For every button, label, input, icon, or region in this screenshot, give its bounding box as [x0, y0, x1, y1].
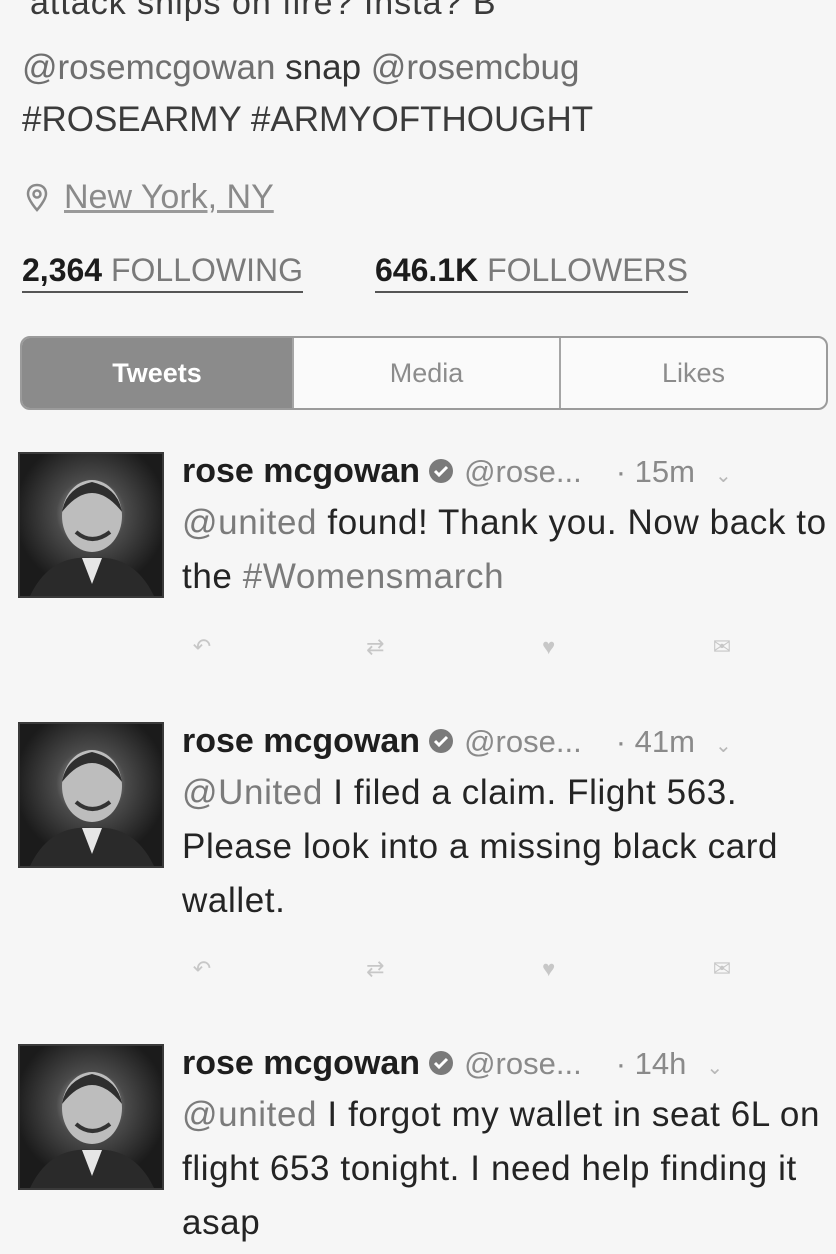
- avatar-photo: [30, 1072, 154, 1188]
- profile-bio: @rosemcgowan snap @rosemcbug #ROSEARMY #…: [22, 42, 593, 146]
- bio-hashtag[interactable]: #ARMYOFTHOUGHT: [251, 100, 593, 139]
- tweet-actions: ↶ ⇄ ♥ ✉: [182, 632, 742, 662]
- tweet-author-handle[interactable]: @rose...: [464, 1046, 582, 1082]
- envelope-icon[interactable]: ✉: [702, 954, 742, 984]
- tweet-timestamp[interactable]: · 41m: [616, 724, 695, 760]
- heart-icon[interactable]: ♥: [529, 632, 569, 662]
- tweet-body: rose mcgowan @rose... · 41m ⌄ @United I …: [182, 722, 833, 928]
- tweet-body: rose mcgowan @rose... · 14h ⌄ @united I …: [182, 1044, 833, 1250]
- chevron-down-icon[interactable]: ⌄: [715, 733, 732, 758]
- reply-icon[interactable]: ↶: [182, 954, 222, 984]
- location-link[interactable]: New York, NY: [64, 178, 274, 217]
- tweet-author-name[interactable]: rose mcgowan: [182, 452, 420, 491]
- bio-mention[interactable]: @rosemcgowan: [22, 48, 275, 87]
- heart-icon[interactable]: ♥: [529, 954, 569, 984]
- verified-badge-icon: [429, 1051, 454, 1075]
- tweet-hashtag[interactable]: #Womensmarch: [243, 557, 504, 596]
- verified-badge-icon: [429, 729, 454, 753]
- avatar-photo: [30, 750, 154, 866]
- tab-likes[interactable]: Likes: [559, 338, 826, 408]
- avatar-photo: [30, 480, 154, 596]
- followers-count: 646.1K: [374, 252, 479, 288]
- tweet-text: @united I forgot my wallet in seat 6L on…: [182, 1088, 833, 1250]
- tweet-mention[interactable]: @United: [182, 773, 323, 812]
- profile-tabs: Tweets Media Likes: [20, 336, 828, 410]
- bio-text: snap: [285, 48, 362, 87]
- tweet-author-name[interactable]: rose mcgowan: [182, 1044, 420, 1083]
- tweet-item[interactable]: rose mcgowan @rose... · 41m ⌄ @United I …: [18, 722, 833, 1012]
- tweet-body: rose mcgowan @rose... · 15m ⌄ @united fo…: [182, 452, 833, 604]
- bio-mention[interactable]: @rosemcbug: [371, 48, 580, 87]
- tweet-text: @united found! Thank you. Now back to th…: [182, 496, 833, 604]
- tweet-header: rose mcgowan @rose... · 41m ⌄: [182, 722, 833, 762]
- avatar[interactable]: [18, 722, 164, 868]
- bio-hashtag[interactable]: #ROSEARMY: [22, 100, 241, 139]
- tab-media[interactable]: Media: [292, 338, 559, 408]
- following-label: FOLLOWING: [110, 252, 303, 288]
- verified-badge-icon: [429, 459, 454, 483]
- tweet-author-handle[interactable]: @rose...: [464, 454, 582, 490]
- tweet-header: rose mcgowan @rose... · 14h ⌄: [182, 1044, 833, 1084]
- envelope-icon[interactable]: ✉: [702, 632, 742, 662]
- retweet-icon[interactable]: ⇄: [355, 632, 395, 662]
- tweet-author-handle[interactable]: @rose...: [464, 724, 582, 760]
- retweet-icon[interactable]: ⇄: [355, 954, 395, 984]
- tweet-timestamp[interactable]: · 15m: [616, 454, 695, 490]
- tweet-item[interactable]: rose mcgowan @rose... · 14h ⌄ @united I …: [18, 1044, 833, 1254]
- tweet-mention[interactable]: @united: [182, 503, 317, 542]
- tweet-mention[interactable]: @united: [182, 1095, 317, 1134]
- tweet-header: rose mcgowan @rose... · 15m ⌄: [182, 452, 833, 492]
- followers-stat[interactable]: 646.1K FOLLOWERS: [374, 252, 688, 293]
- avatar[interactable]: [18, 452, 164, 598]
- chevron-down-icon[interactable]: ⌄: [706, 1055, 723, 1080]
- tab-tweets[interactable]: Tweets: [22, 338, 292, 408]
- tweet-timestamp[interactable]: · 14h: [616, 1046, 687, 1082]
- cut-bio-line: attack ships on fire? Insta? B: [30, 0, 497, 22]
- followers-label: FOLLOWERS: [487, 252, 688, 288]
- following-stat[interactable]: 2,364 FOLLOWING: [22, 252, 303, 293]
- profile-location: New York, NY: [26, 178, 274, 217]
- reply-icon[interactable]: ↶: [182, 632, 222, 662]
- map-pin-icon: [26, 183, 48, 212]
- tweet-actions: ↶ ⇄ ♥ ✉: [182, 954, 742, 984]
- avatar[interactable]: [18, 1044, 164, 1190]
- chevron-down-icon[interactable]: ⌄: [715, 463, 732, 488]
- tweet-text: @United I filed a claim. Flight 563. Ple…: [182, 766, 833, 928]
- tweet-author-name[interactable]: rose mcgowan: [182, 722, 420, 761]
- tweet-item[interactable]: rose mcgowan @rose... · 15m ⌄ @united fo…: [18, 452, 833, 682]
- profile-stats: 2,364 FOLLOWING 646.1K FOLLOWERS: [22, 252, 812, 293]
- following-count: 2,364: [22, 252, 103, 288]
